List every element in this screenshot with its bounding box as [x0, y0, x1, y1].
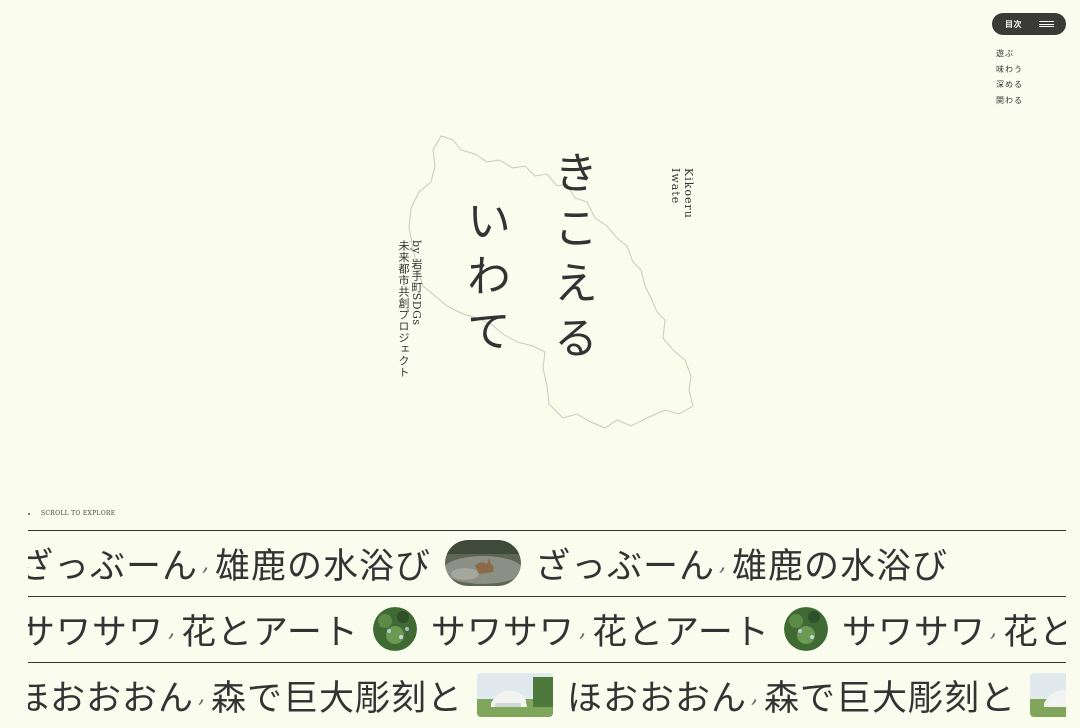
site-title-part-2: いわて	[459, 198, 510, 363]
deer-photo	[445, 540, 522, 586]
comma-mark: ,	[168, 616, 176, 642]
comma-mark: ,	[578, 616, 586, 642]
scroll-hint-label: SCROLL TO EXPLORE	[41, 510, 116, 517]
menu-button[interactable]: 目次	[992, 13, 1066, 35]
comma-mark: ,	[719, 550, 727, 576]
marquee-caption: 花とアート	[181, 612, 359, 653]
marquee-sound: サワサワ	[430, 612, 575, 653]
comma-mark: ,	[989, 616, 997, 642]
hamburger-icon	[1039, 21, 1054, 27]
marquee-caption: 森で巨大彫刻と	[211, 678, 464, 719]
comma-mark: ,	[751, 682, 759, 708]
nav-item-engage[interactable]: 関わる	[996, 93, 1023, 109]
marquee-caption: 森で巨大彫刻と	[764, 678, 1017, 719]
marquee-caption: 花とアート	[591, 612, 770, 653]
sculpture-photo	[1030, 673, 1066, 717]
flower-photo	[783, 607, 828, 651]
marquee-caption: 雄鹿の水浴び	[215, 546, 432, 587]
marquee-sound: ざっぶーん	[535, 546, 716, 587]
marquee-caption: 雄鹿の水浴び	[732, 546, 949, 587]
nav-item-taste[interactable]: 味わう	[996, 62, 1023, 78]
side-nav: 遊ぶ 味わう 深める 関わる	[996, 46, 1023, 108]
marquee-row-deer[interactable]: ざっぶーん , 雄鹿の水浴び ざっぶーん , 雄鹿の水浴び	[28, 530, 1066, 596]
scroll-hint: SCROLL TO EXPLORE	[28, 510, 115, 517]
marquee-sound: ほおおおん	[28, 678, 195, 719]
comma-mark: ,	[202, 550, 210, 576]
marquee-sound: サワサワ	[28, 612, 165, 653]
marquee-sound: サワサワ	[841, 612, 986, 653]
nav-item-play[interactable]: 遊ぶ	[996, 46, 1023, 62]
site-title-en: Kikoeru Iwate	[669, 168, 695, 219]
nav-item-deepen[interactable]: 深める	[996, 77, 1023, 93]
site-title-part-1: きこえる	[546, 150, 597, 370]
comma-mark: ,	[198, 682, 206, 708]
dot-icon	[28, 512, 30, 515]
flower-photo	[372, 607, 417, 651]
project-byline: by 岩手町SDGs 未来都市共創プロジェクト	[397, 240, 423, 378]
menu-label: 目次	[1005, 19, 1022, 29]
marquee-row-sculpture[interactable]: ほおおおん , 森で巨大彫刻と ほおおおん , 森で巨大彫刻と	[28, 662, 1066, 728]
marquee-row-flowers[interactable]: サワサワ , 花とアート サワサワ , 花とアート サワサワ , 花	[28, 596, 1066, 662]
marquee-caption: 花とアート	[1002, 612, 1066, 653]
marquee-sound: ほおおおん	[567, 678, 748, 719]
marquee-sound: ざっぶーん	[28, 546, 199, 587]
sculpture-photo	[477, 673, 554, 717]
